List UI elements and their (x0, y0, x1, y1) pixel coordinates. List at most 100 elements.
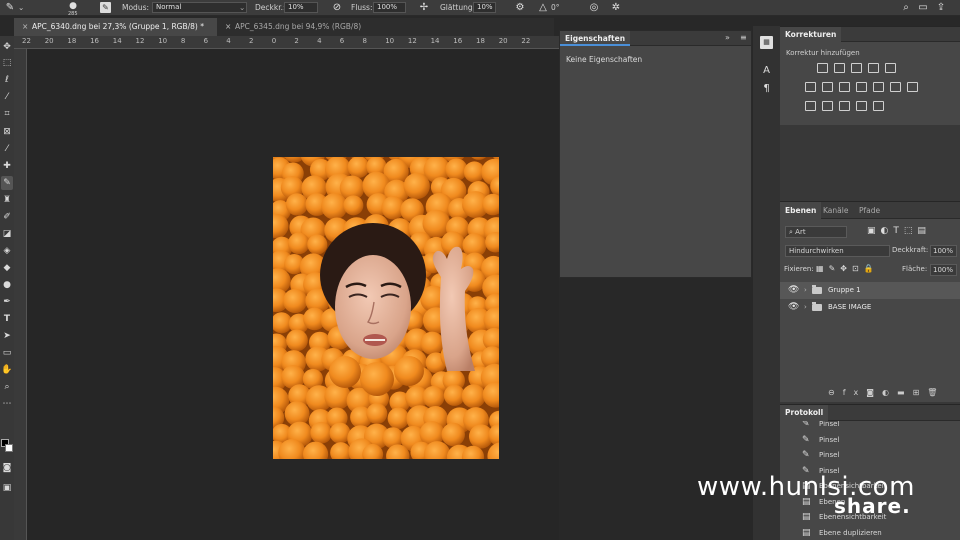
close-icon[interactable]: × (22, 18, 32, 36)
adjustment-layer-icon[interactable]: ◐ (882, 388, 897, 397)
angle-value[interactable]: 0° (551, 2, 560, 14)
history-item[interactable]: ✎ Pinsel (780, 448, 960, 464)
lock-icons[interactable]: ▦✎✥⊡🔒 (816, 264, 879, 273)
layer-opacity-field[interactable]: 100% (930, 245, 957, 257)
color-balance-icon[interactable] (822, 82, 833, 92)
document-image[interactable] (273, 157, 499, 459)
search-icon[interactable]: ⌕ (900, 2, 912, 14)
lasso-tool-icon[interactable]: ℓ (1, 73, 13, 87)
brush-tool-icon[interactable]: ✎ (1, 176, 13, 190)
image-filter-icon[interactable]: ▣ (867, 226, 881, 236)
smoothing-field[interactable]: 10% (473, 2, 496, 13)
pen-tool-icon[interactable]: ✒ (1, 295, 13, 309)
blur-tool-icon[interactable]: ◆ (1, 261, 13, 275)
gradient-tool-icon[interactable]: ◈ (1, 244, 13, 258)
eraser-tool-icon[interactable]: ◪ (1, 227, 13, 241)
color-lookup-icon[interactable] (890, 82, 901, 92)
tab-layers[interactable]: Ebenen (780, 202, 822, 219)
brightness-icon[interactable] (817, 63, 828, 73)
collapse-icon[interactable]: » (725, 33, 730, 42)
invert-icon[interactable] (805, 101, 816, 111)
shape-filter-icon[interactable]: ⬚ (904, 226, 918, 236)
hue-saturation-icon[interactable] (805, 82, 816, 92)
eye-icon[interactable]: 👁 (788, 299, 799, 316)
eyedropper-tool-icon[interactable]: ⁄ (1, 142, 13, 156)
opacity-field[interactable]: 10% (284, 2, 318, 13)
tab-paths[interactable]: Pfade (854, 202, 885, 219)
more-tools-icon[interactable]: ⋯ (1, 397, 13, 411)
pressure-opacity-icon[interactable]: ⊘ (331, 2, 343, 14)
fx-icon[interactable]: fx (843, 388, 867, 397)
exposure-icon[interactable] (868, 63, 879, 73)
mask-icon[interactable]: ◙ (866, 388, 882, 397)
lock-position-icon[interactable]: ✥ (840, 264, 852, 273)
levels-icon[interactable] (834, 63, 845, 73)
lock-paint-icon[interactable]: ✎ (829, 264, 841, 273)
panel-menu-icon[interactable]: ≡ (740, 33, 747, 42)
history-item[interactable]: ✎ Pinsel (780, 433, 960, 449)
libraries-icon[interactable]: ▦ (760, 36, 773, 49)
paragraph-panel-icon[interactable]: ¶ (760, 82, 773, 95)
threshold-icon[interactable] (839, 101, 850, 111)
character-panel-icon[interactable]: A (760, 64, 773, 77)
layer-row[interactable]: 👁 › BASE IMAGE (780, 299, 960, 316)
layer-filter-icons[interactable]: ▣◐T⬚▤ (867, 226, 931, 236)
posterize-icon[interactable] (822, 101, 833, 111)
preset-dropdown-chevron-icon[interactable]: ⌄ (18, 2, 24, 14)
eye-icon[interactable]: 👁 (788, 282, 799, 299)
dodge-tool-icon[interactable]: ● (1, 278, 13, 292)
grid-icon[interactable] (907, 82, 918, 92)
smart-object-filter-icon[interactable]: ▤ (917, 226, 931, 236)
layer-filter-select[interactable]: ⌕ Art (785, 226, 847, 238)
history-item[interactable]: ✎ Pinsel (780, 421, 960, 433)
lock-all-icon[interactable]: 🔒 (864, 264, 879, 273)
adjustment-filter-icon[interactable]: ◐ (881, 226, 894, 236)
hand-tool-icon[interactable]: ✋ (1, 363, 13, 377)
flow-field[interactable]: 100% (373, 2, 406, 13)
lock-pixels-icon[interactable]: ▦ (816, 264, 829, 273)
photo-filter-icon[interactable] (856, 82, 867, 92)
vibrance-icon[interactable] (885, 63, 896, 73)
quick-select-tool-icon[interactable]: ⁄ (1, 90, 13, 104)
background-color-swatch[interactable] (5, 444, 13, 452)
frame-tool-icon[interactable]: ⊠ (1, 125, 13, 139)
chevron-right-icon[interactable]: › (804, 282, 807, 299)
tab-document-2[interactable]: × APC_6345.dng bei 94,9% (RGB/8) (217, 18, 387, 36)
trash-icon[interactable]: 🗑 (927, 388, 945, 397)
workspace-icon[interactable]: ▭ (917, 2, 929, 14)
angle-icon[interactable]: △ (537, 2, 549, 14)
marquee-tool-icon[interactable]: ⬚ (1, 56, 13, 70)
pressure-size-icon[interactable]: ◎ (588, 2, 600, 14)
curves-icon[interactable] (851, 63, 862, 73)
fill-field[interactable]: 100% (930, 264, 957, 276)
history-brush-tool-icon[interactable]: ✐ (1, 210, 13, 224)
tab-history[interactable]: Protokoll (780, 405, 829, 421)
chevron-right-icon[interactable]: › (804, 299, 807, 316)
path-select-tool-icon[interactable]: ➤ (1, 329, 13, 343)
tab-document-1[interactable]: × APC_6340.dng bei 27,3% (Gruppe 1, RGB/8… (14, 18, 217, 36)
blend-mode-select[interactable]: Hindurchwirken (785, 245, 890, 257)
layer-row[interactable]: 👁 › Gruppe 1 (780, 282, 960, 299)
mode-chevron-icon[interactable]: ⌄ (239, 2, 245, 14)
lock-artboard-icon[interactable]: ⊡ (852, 264, 864, 273)
screen-mode-icon[interactable]: ▣ (1, 481, 13, 495)
new-group-icon[interactable]: ▬ (897, 388, 913, 397)
zoom-tool-icon[interactable]: ⌕ (1, 380, 13, 394)
shape-tool-icon[interactable]: ▭ (1, 346, 13, 360)
symmetry-icon[interactable]: ✲ (610, 2, 622, 14)
tab-channels[interactable]: Kanäle (818, 202, 853, 219)
tab-properties[interactable]: Eigenschaften (560, 31, 631, 46)
brush-tool-icon[interactable]: ✎ (4, 2, 16, 14)
tab-adjustments[interactable]: Korrekturen (780, 27, 842, 42)
gradient-map-icon[interactable] (856, 101, 867, 111)
brush-settings-icon[interactable]: ✎ (100, 2, 111, 13)
clone-stamp-tool-icon[interactable]: ♜ (1, 193, 13, 207)
black-white-icon[interactable] (839, 82, 850, 92)
airbrush-icon[interactable]: ✢ (418, 2, 430, 14)
healing-brush-tool-icon[interactable]: ✚ (1, 159, 13, 173)
quick-mask-icon[interactable]: ◙ (1, 461, 13, 475)
move-tool-icon[interactable]: ✥ (1, 40, 13, 54)
new-layer-icon[interactable]: ⊞ (913, 388, 928, 397)
share-icon[interactable]: ⇪ (935, 2, 947, 14)
close-icon[interactable]: × (225, 18, 235, 36)
